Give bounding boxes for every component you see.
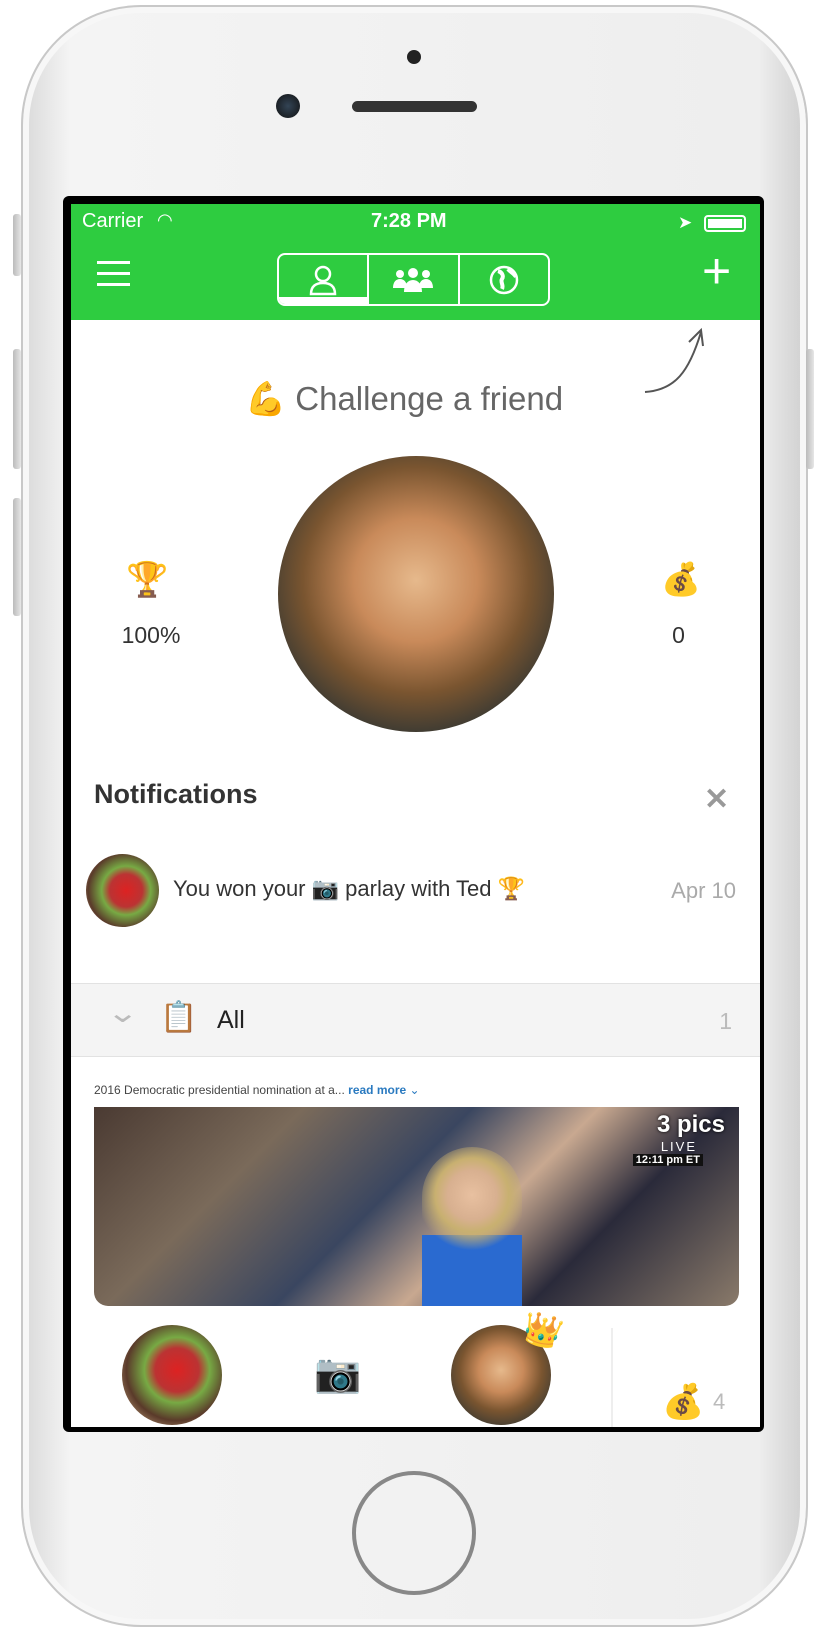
section-header-all[interactable]: ⌄ 📋 All 1 (71, 983, 760, 1057)
home-button[interactable] (352, 1471, 476, 1595)
challenge-label: Challenge a friend (295, 380, 564, 417)
person-icon (309, 265, 337, 295)
carrier-label: Carrier (82, 210, 144, 232)
power-button (806, 349, 814, 469)
divider (611, 1328, 613, 1427)
flexed-bicep-icon: 💪 (245, 380, 287, 417)
battery-icon (704, 215, 746, 232)
money-bag-icon: 💰 (662, 1383, 705, 1421)
volume-down-button (13, 498, 21, 616)
proximity-sensor (407, 50, 421, 64)
notification-avatar (86, 854, 159, 927)
chevron-down-icon[interactable]: ⌄ (106, 996, 139, 1029)
app-screen: Carrier ◠ 7:28 PM ➤ + 💪 Challenge a frie… (71, 204, 760, 1427)
hamburger-icon[interactable] (97, 261, 130, 286)
plus-icon[interactable]: + (702, 246, 731, 296)
section-label: All (217, 1006, 245, 1034)
challenger-avatar[interactable] (122, 1325, 222, 1425)
trophy-icon: 🏆 (126, 561, 169, 599)
speaker-grille (352, 101, 477, 112)
hint-arrow-icon (644, 327, 704, 393)
camera-icon: 📷 (314, 1353, 362, 1395)
globe-icon (489, 265, 519, 294)
notification-date: Apr 10 (671, 878, 736, 903)
challenge-friend-button[interactable]: 💪 Challenge a friend (245, 380, 563, 419)
card-image[interactable]: 3 pics LIVE 12:11 pm ET (94, 1107, 739, 1306)
money-count: 0 (672, 622, 685, 648)
tab-me[interactable] (279, 255, 370, 304)
clock: 7:28 PM (371, 210, 447, 232)
nav-bar: Carrier ◠ 7:28 PM ➤ + (71, 204, 760, 320)
mute-switch (13, 214, 21, 276)
tab-global[interactable] (460, 255, 548, 304)
camera-icon: 📷 (311, 876, 340, 901)
card-caption: 2016 Democratic presidential nomination … (94, 1083, 420, 1097)
notifications-title: Notifications (94, 779, 258, 809)
volume-up-button (13, 349, 21, 469)
wifi-icon: ◠ (157, 210, 173, 230)
section-count: 1 (719, 1008, 732, 1034)
close-notifications-icon[interactable]: ✕ (704, 782, 729, 817)
group-icon (393, 267, 434, 292)
clipboard-icon: 📋 (160, 1001, 198, 1034)
profile-avatar[interactable] (278, 456, 554, 732)
tab-friends[interactable] (369, 255, 460, 304)
read-more-link[interactable]: read more (348, 1083, 406, 1097)
live-label: LIVE (660, 1139, 697, 1154)
front-camera (276, 94, 300, 118)
money-bag-icon: 💰 (661, 561, 701, 597)
location-icon: ➤ (678, 213, 693, 232)
live-time: 12:11 pm ET (632, 1154, 703, 1166)
notification-text: You won your 📷 parlay with Ted 🏆 (173, 876, 526, 901)
notification-item[interactable]: You won your 📷 parlay with Ted 🏆 Apr 10 (71, 850, 760, 930)
trophy-icon: 🏆 (497, 876, 526, 901)
pics-count: 3 pics (656, 1111, 725, 1138)
win-rate: 100% (121, 622, 181, 648)
stake-amount: 4 (713, 1389, 726, 1414)
speaker-figure (422, 1147, 522, 1306)
segmented-control (277, 253, 550, 306)
